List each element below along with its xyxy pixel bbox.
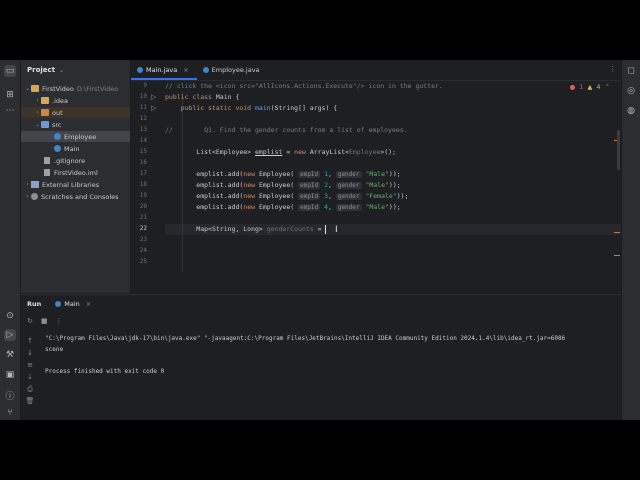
tree-item-employee[interactable]: Employee [21, 131, 130, 142]
chevron-right-icon[interactable]: › [24, 181, 31, 188]
tree-item-gitignore[interactable]: .gitignore [21, 155, 130, 166]
library-icon [31, 181, 39, 188]
more-icon[interactable]: ⋯ [4, 105, 16, 117]
folder-icon [41, 121, 49, 128]
scroll-down-icon[interactable]: ↓ [24, 349, 36, 359]
close-icon[interactable]: × [183, 66, 188, 74]
stop-icon[interactable]: ■ [41, 317, 48, 325]
scratches-icon [31, 193, 38, 200]
tree-item-idea[interactable]: › .idea [21, 95, 130, 106]
mouse-cursor-icon: I [335, 225, 338, 235]
class-icon [55, 301, 62, 307]
editor-tabs: Main.java × Employee.java ⋮ [131, 60, 622, 81]
run-icon[interactable]: ▷ [4, 329, 16, 341]
folder-icon [31, 85, 39, 92]
more-icon[interactable]: ⋮ [56, 317, 63, 325]
project-header[interactable]: Project ⌄ [21, 60, 130, 80]
run-main-icon[interactable]: ▷ [151, 104, 156, 112]
more-icon[interactable]: ⋮ [609, 65, 616, 73]
trash-icon[interactable]: 🗑 [24, 397, 36, 407]
soft-wrap-icon[interactable]: ≡ [24, 361, 36, 371]
chevron-down-icon[interactable]: ⌄ [59, 67, 64, 74]
notifications-icon[interactable]: ◻ [625, 65, 637, 77]
git-icon[interactable]: ⑂ [4, 407, 16, 419]
problems-icon[interactable]: ⓘ [4, 389, 16, 402]
tab-employee-java[interactable]: Employee.java [197, 60, 268, 80]
database-icon[interactable]: ◍ [625, 105, 637, 117]
class-icon [202, 67, 209, 73]
chevron-right-icon[interactable]: › [24, 193, 31, 200]
folder-icon [41, 97, 49, 104]
tab-main-java[interactable]: Main.java × [131, 60, 197, 80]
chevron-right-icon[interactable]: › [34, 97, 41, 104]
editor-gutter: 9 10 11 12 13 14 15 16 17 18 19 20 21 22… [139, 82, 157, 265]
scrollbar-marker[interactable] [614, 232, 620, 233]
class-icon [54, 145, 61, 152]
scrollbar-thumb[interactable] [617, 130, 620, 170]
chevron-down-icon[interactable]: ⌄ [34, 121, 41, 128]
console-output[interactable]: "C:\Program Files\Java\jdk-17\bin\java.e… [45, 333, 622, 377]
tree-item-out[interactable]: › out [21, 107, 130, 118]
services-icon[interactable]: ⊙ [4, 310, 16, 322]
run-header: Run Main × [21, 295, 622, 313]
right-tool-strip: ◻ ◎ ◍ [621, 60, 640, 420]
chevron-right-icon[interactable]: › [34, 109, 41, 116]
ai-assistant-icon[interactable]: ◎ [625, 85, 637, 97]
folder-icon [41, 109, 49, 116]
folder-icon[interactable]: ▭ [4, 65, 16, 77]
terminal-icon[interactable]: ▣ [4, 369, 16, 381]
tree-item-external-libraries[interactable]: › External Libraries [21, 179, 130, 190]
run-side-toolbar: ↑ ↓ ≡ ⇣ ⎙ 🗑 [21, 313, 39, 420]
class-icon [137, 67, 143, 73]
ide-window: ▭ ⊞ ⋯ ⊙ ▷ ⚒ ▣ ⓘ ⑂ Project ⌄ ⌄ FirstVideo… [0, 60, 640, 420]
close-icon[interactable]: × [86, 300, 91, 308]
scroll-up-icon[interactable]: ↑ [24, 337, 36, 347]
tree-item-firstvideo[interactable]: ⌄ FirstVideo D:\FirstVideo [21, 83, 130, 94]
run-panel: Run Main × ↻ ■ ⋮ ↑ ↓ ≡ ⇣ ⎙ 🗑 "C:\Program… [21, 294, 622, 420]
structure-icon[interactable]: ⊞ [4, 89, 16, 101]
left-tool-strip: ▭ ⊞ ⋯ ⊙ ▷ ⚒ ▣ ⓘ ⑂ [0, 60, 21, 420]
class-icon [54, 133, 61, 140]
tree-item-src[interactable]: ⌄ src [21, 119, 130, 130]
tree-item-iml[interactable]: FirstVideo.iml [21, 167, 130, 178]
tree-item-main[interactable]: Main [21, 143, 130, 154]
file-icon [44, 169, 50, 176]
scrollbar-marker[interactable] [614, 255, 620, 256]
build-icon[interactable]: ⚒ [4, 349, 16, 361]
text-caret [325, 224, 327, 234]
run-class-icon[interactable]: ▷ [151, 93, 156, 101]
run-tab-main[interactable]: Main × [51, 300, 95, 308]
code-editor: Main.java × Employee.java ⋮ ● 1 ▲ 4 ⌃ 9 … [131, 60, 622, 293]
file-icon [44, 157, 50, 164]
print-icon[interactable]: ⎙ [24, 385, 36, 395]
scroll-end-icon[interactable]: ⇣ [24, 373, 36, 383]
code-area[interactable]: // click the <icon src="AllIcons.Actions… [165, 81, 622, 293]
chevron-down-icon[interactable]: ⌄ [24, 85, 31, 92]
tree-item-scratches[interactable]: › Scratches and Consoles [21, 191, 130, 202]
project-panel: Project ⌄ ⌄ FirstVideo D:\FirstVideo › .… [21, 60, 131, 293]
